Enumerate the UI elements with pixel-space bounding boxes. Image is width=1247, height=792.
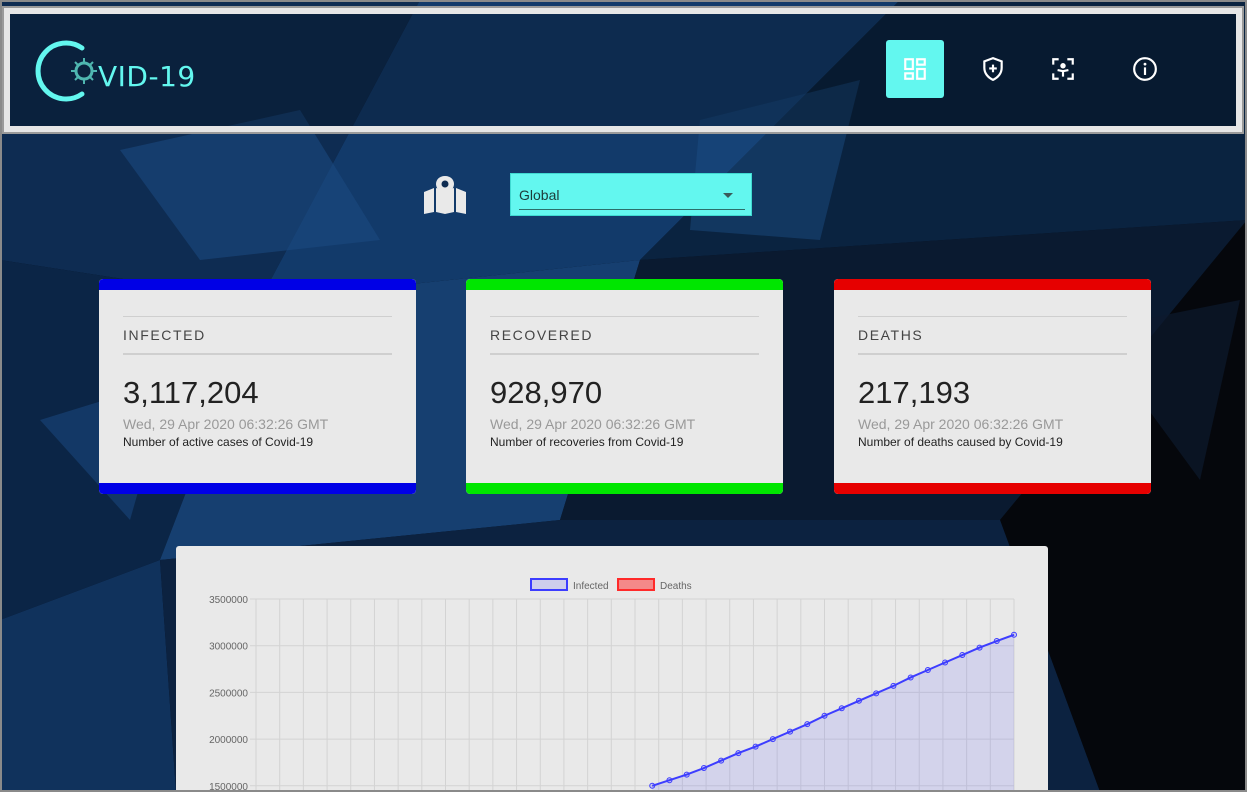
divider — [858, 353, 1127, 355]
card-top-bar — [466, 279, 783, 290]
chart-legend: Infected Deaths — [530, 578, 692, 592]
legend-label: Infected — [573, 581, 609, 592]
infected-point — [942, 659, 949, 666]
cases-line-chart: Infected Deaths 3500000 3000000 2500000 2000… — [209, 578, 1017, 792]
top-header: VID-19 — [2, 6, 1244, 134]
nav-info-button[interactable] — [1116, 40, 1174, 98]
infected-point — [838, 705, 845, 712]
infected-point — [924, 666, 931, 673]
card-title: INFECTED — [123, 327, 206, 343]
card-description: Number of deaths caused by Covid-19 — [858, 435, 1063, 449]
card-description: Number of active cases of Covid-19 — [123, 435, 314, 449]
infected-point — [1011, 631, 1017, 638]
y-tick-label: 2000000 — [209, 735, 248, 746]
card-description: Number of recoveries from Covid-19 — [490, 435, 684, 449]
chart-series — [649, 631, 1017, 792]
infected-point — [683, 771, 690, 778]
divider — [858, 316, 1127, 317]
infected-point — [752, 743, 759, 750]
info-icon — [1133, 57, 1157, 81]
y-tick-label: 2500000 — [209, 688, 248, 699]
logo-text: VID-19 — [98, 60, 196, 93]
legend-label: Deaths — [660, 581, 692, 592]
deaths-card: DEATHS 217,193 Wed, 29 Apr 2020 06:32:26… — [834, 279, 1151, 494]
select-underline — [519, 209, 745, 210]
card-bottom-bar — [466, 483, 783, 494]
legend-swatch — [530, 578, 568, 591]
legend-swatch — [617, 578, 655, 591]
card-value: 217,193 — [858, 375, 971, 410]
divider — [123, 353, 392, 355]
infected-point — [976, 644, 983, 651]
scan-person-icon — [1052, 58, 1074, 80]
infected-point — [855, 697, 862, 704]
chevron-down-icon — [723, 193, 733, 198]
chart-panel: Infected Deaths 3500000 3000000 2500000 2000… — [176, 546, 1048, 792]
y-tick-label: 1500000 — [209, 782, 248, 792]
map-icon — [424, 176, 466, 214]
infected-point — [700, 765, 707, 772]
infected-point — [787, 728, 794, 735]
infected-point — [873, 690, 880, 697]
y-axis-ticks: 3500000 3000000 2500000 2000000 1500000 — [209, 595, 248, 792]
nav-symptoms-button[interactable] — [1034, 40, 1092, 98]
nav-protection-button[interactable] — [964, 40, 1022, 98]
infected-card: INFECTED 3,117,204 Wed, 29 Apr 2020 06:3… — [99, 279, 416, 494]
card-date: Wed, 29 Apr 2020 06:32:26 GMT — [123, 416, 329, 432]
card-title: DEATHS — [858, 327, 924, 343]
region-select[interactable]: Global — [510, 173, 752, 216]
infected-point — [804, 721, 811, 728]
divider — [490, 316, 759, 317]
virus-logo-icon — [35, 40, 97, 102]
card-top-bar — [99, 279, 416, 290]
divider — [490, 353, 759, 355]
y-tick-label: 3000000 — [209, 642, 248, 653]
infected-point — [890, 682, 897, 689]
infected-point — [718, 757, 725, 764]
region-select-value: Global — [519, 187, 560, 203]
infected-point — [959, 652, 966, 659]
y-tick-label: 3500000 — [209, 595, 248, 606]
infected-point — [769, 736, 776, 743]
infected-point — [907, 674, 914, 681]
card-date: Wed, 29 Apr 2020 06:32:26 GMT — [490, 416, 696, 432]
divider — [123, 316, 392, 317]
card-title: RECOVERED — [490, 327, 594, 343]
infected-point — [649, 782, 656, 789]
card-date: Wed, 29 Apr 2020 06:32:26 GMT — [858, 416, 1064, 432]
app-logo[interactable]: VID-19 — [34, 36, 204, 106]
card-bottom-bar — [834, 483, 1151, 494]
infected-point — [821, 712, 828, 719]
nav-dashboard-button[interactable] — [886, 40, 944, 98]
infected-point — [666, 777, 673, 784]
infected-point — [993, 638, 1000, 645]
dashboard-icon — [904, 58, 926, 80]
card-bottom-bar — [99, 483, 416, 494]
infected-point — [735, 750, 742, 757]
shield-plus-icon — [983, 57, 1003, 82]
card-top-bar — [834, 279, 1151, 290]
card-value: 928,970 — [490, 375, 603, 410]
recovered-card: RECOVERED 928,970 Wed, 29 Apr 2020 06:32… — [466, 279, 783, 494]
card-value: 3,117,204 — [123, 375, 259, 410]
